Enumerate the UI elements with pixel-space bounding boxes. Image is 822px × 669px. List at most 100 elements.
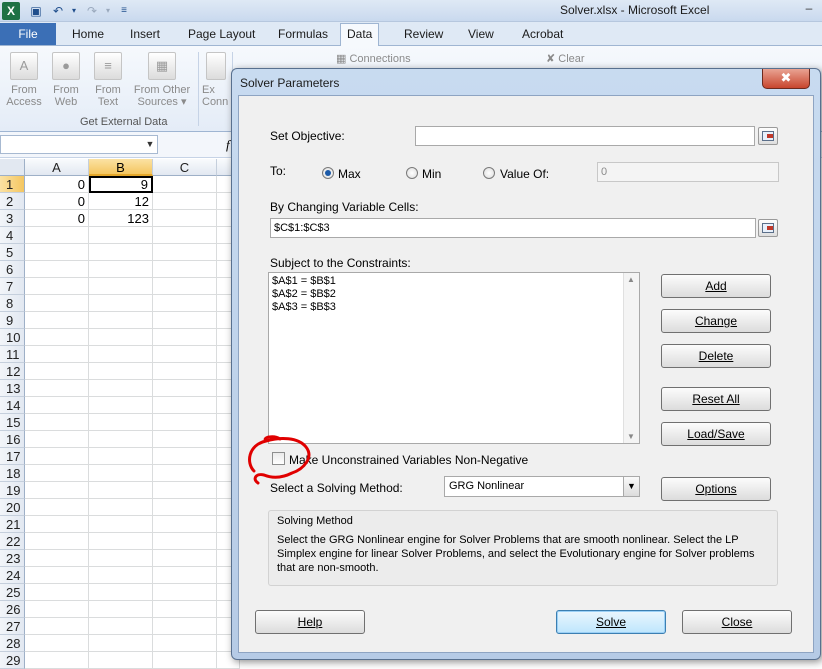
grid-cell[interactable] bbox=[153, 227, 217, 244]
change-constraint-button[interactable]: Change bbox=[661, 309, 771, 333]
grid-cell[interactable] bbox=[25, 567, 89, 584]
grid-cell[interactable]: 0 bbox=[25, 193, 89, 210]
from-other-sources-button[interactable]: ▦ From Other Sources ▾ bbox=[130, 50, 194, 108]
grid-cell[interactable] bbox=[89, 380, 153, 397]
redo-dropdown-icon[interactable]: ▾ bbox=[100, 3, 116, 19]
constraint-item[interactable]: $A$1 = $B$1 bbox=[272, 275, 336, 287]
row-header[interactable]: 26 bbox=[0, 601, 25, 618]
grid-cell[interactable]: 123 bbox=[89, 210, 153, 227]
value-of-radio[interactable] bbox=[483, 167, 495, 179]
grid-cell[interactable] bbox=[153, 210, 217, 227]
grid-cell[interactable] bbox=[89, 431, 153, 448]
grid-cell[interactable] bbox=[153, 193, 217, 210]
options-button[interactable]: Options bbox=[661, 477, 771, 501]
grid-cell[interactable] bbox=[25, 431, 89, 448]
grid-cell[interactable] bbox=[153, 312, 217, 329]
row-header[interactable]: 28 bbox=[0, 635, 25, 652]
grid-cell[interactable] bbox=[89, 244, 153, 261]
grid-cell[interactable] bbox=[153, 431, 217, 448]
grid-cell[interactable] bbox=[25, 550, 89, 567]
tab-home[interactable]: Home bbox=[66, 26, 110, 46]
tab-file[interactable]: File bbox=[0, 23, 56, 45]
row-header[interactable]: 25 bbox=[0, 584, 25, 601]
grid-cell[interactable] bbox=[25, 584, 89, 601]
grid-cell[interactable] bbox=[25, 414, 89, 431]
grid-cell[interactable] bbox=[25, 533, 89, 550]
value-of-input[interactable]: 0 bbox=[597, 162, 779, 182]
max-radio[interactable] bbox=[322, 167, 334, 179]
row-header[interactable]: 5 bbox=[0, 244, 25, 261]
row-header[interactable]: 27 bbox=[0, 618, 25, 635]
delete-constraint-button[interactable]: Delete bbox=[661, 344, 771, 368]
row-header[interactable]: 3 bbox=[0, 210, 25, 227]
from-access-button[interactable]: A From Access bbox=[2, 50, 46, 108]
save-icon[interactable]: ▣ bbox=[28, 3, 44, 19]
existing-connections-button[interactable]: Ex Conn bbox=[202, 50, 230, 108]
grid-cell[interactable] bbox=[153, 499, 217, 516]
grid-cell[interactable] bbox=[25, 380, 89, 397]
row-header[interactable]: 24 bbox=[0, 567, 25, 584]
connections-button[interactable]: ▦ Connections bbox=[336, 52, 411, 65]
excel-logo-icon[interactable]: X bbox=[2, 2, 20, 20]
grid-cell[interactable] bbox=[153, 635, 217, 652]
scroll-down-icon[interactable]: ▼ bbox=[627, 432, 635, 441]
clear-filter-button[interactable]: ✘ Clear bbox=[546, 52, 585, 65]
grid-cell[interactable] bbox=[89, 414, 153, 431]
grid-cell[interactable] bbox=[89, 533, 153, 550]
tab-view[interactable]: View bbox=[462, 26, 500, 46]
grid-cell[interactable] bbox=[89, 618, 153, 635]
grid-cell[interactable] bbox=[25, 516, 89, 533]
grid-cell[interactable] bbox=[89, 652, 153, 669]
row-header[interactable]: 1 bbox=[0, 176, 25, 193]
grid-cell[interactable] bbox=[89, 601, 153, 618]
row-header[interactable]: 2 bbox=[0, 193, 25, 210]
max-label[interactable]: Max bbox=[338, 167, 361, 181]
row-header[interactable]: 13 bbox=[0, 380, 25, 397]
row-header[interactable]: 4 bbox=[0, 227, 25, 244]
grid-cell[interactable]: 12 bbox=[89, 193, 153, 210]
row-header[interactable]: 18 bbox=[0, 465, 25, 482]
row-header[interactable]: 9 bbox=[0, 312, 25, 329]
column-header-c[interactable]: C bbox=[153, 159, 217, 176]
grid-cell[interactable] bbox=[25, 295, 89, 312]
grid-cell[interactable] bbox=[89, 567, 153, 584]
undo-dropdown-icon[interactable]: ▾ bbox=[66, 3, 82, 19]
scroll-up-icon[interactable]: ▲ bbox=[627, 275, 635, 284]
row-header[interactable]: 20 bbox=[0, 499, 25, 516]
grid-cell[interactable] bbox=[25, 448, 89, 465]
grid-cell[interactable] bbox=[153, 295, 217, 312]
grid-cell[interactable] bbox=[89, 448, 153, 465]
grid-cell[interactable] bbox=[25, 652, 89, 669]
set-objective-input[interactable] bbox=[415, 126, 755, 146]
column-header-b[interactable]: B bbox=[89, 159, 153, 176]
row-header[interactable]: 17 bbox=[0, 448, 25, 465]
grid-cell[interactable] bbox=[25, 465, 89, 482]
tab-acrobat[interactable]: Acrobat bbox=[516, 26, 569, 46]
grid-cell[interactable]: 0 bbox=[25, 210, 89, 227]
row-header[interactable]: 16 bbox=[0, 431, 25, 448]
solve-button[interactable]: Solve bbox=[556, 610, 666, 634]
grid-cell[interactable] bbox=[25, 601, 89, 618]
grid-cell[interactable] bbox=[89, 363, 153, 380]
grid-cell[interactable] bbox=[153, 346, 217, 363]
grid-cell[interactable] bbox=[153, 278, 217, 295]
grid-cell[interactable] bbox=[25, 278, 89, 295]
row-header[interactable]: 21 bbox=[0, 516, 25, 533]
row-header[interactable]: 14 bbox=[0, 397, 25, 414]
row-header[interactable]: 23 bbox=[0, 550, 25, 567]
min-label[interactable]: Min bbox=[422, 167, 441, 181]
changing-cells-ref-button[interactable] bbox=[758, 219, 778, 237]
grid-cell[interactable] bbox=[25, 363, 89, 380]
tab-page-layout[interactable]: Page Layout bbox=[182, 26, 261, 46]
grid-cell[interactable] bbox=[89, 482, 153, 499]
tab-insert[interactable]: Insert bbox=[124, 26, 166, 46]
grid-cell[interactable] bbox=[89, 550, 153, 567]
grid-cell[interactable] bbox=[89, 499, 153, 516]
dialog-close-icon[interactable]: ✖ bbox=[762, 69, 810, 89]
grid-cell[interactable] bbox=[25, 635, 89, 652]
grid-cell[interactable]: 0 bbox=[25, 176, 89, 193]
add-constraint-button[interactable]: Add bbox=[661, 274, 771, 298]
tab-formulas[interactable]: Formulas bbox=[272, 26, 334, 46]
grid-cell[interactable] bbox=[25, 329, 89, 346]
value-of-label[interactable]: Value Of: bbox=[500, 167, 549, 181]
